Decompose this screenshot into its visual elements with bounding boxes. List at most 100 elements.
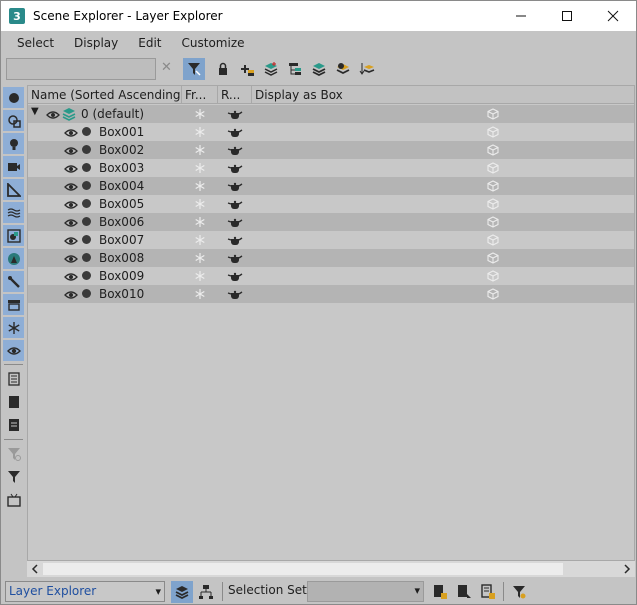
frozen-cell[interactable] [182,159,218,177]
display-none-button[interactable] [3,391,24,412]
menu-select[interactable]: Select [9,36,62,50]
status-filter-button[interactable] [508,581,530,603]
render-cell[interactable] [218,195,252,213]
visibility-eye-icon[interactable] [64,128,78,138]
render-teapot-icon[interactable] [227,234,243,246]
visibility-eye-icon[interactable] [64,182,78,192]
visibility-eye-icon[interactable] [64,200,78,210]
frozen-cell[interactable] [182,105,218,123]
display-as-box-icon[interactable] [487,162,499,174]
scrollbar-thumb[interactable] [43,563,563,575]
display-all-button[interactable] [3,368,24,389]
lock-button[interactable] [212,58,234,80]
freeze-snowflake-icon[interactable] [194,126,206,138]
freeze-snowflake-icon[interactable] [194,216,206,228]
display-as-box-icon[interactable] [487,180,499,192]
horizontal-scrollbar[interactable] [27,560,635,577]
display-as-box-icon[interactable] [487,126,499,138]
render-teapot-icon[interactable] [227,216,243,228]
hidden-filter-button[interactable] [3,340,24,361]
display-as-box-icon[interactable] [487,270,499,282]
column-render-header[interactable]: R... [218,86,252,104]
render-teapot-icon[interactable] [227,162,243,174]
selection-set-edit-button[interactable] [429,581,451,603]
object-row[interactable]: Box004 [28,177,634,195]
frozen-cell[interactable] [182,231,218,249]
xrefs-filter-button[interactable] [3,248,24,269]
column-frozen-header[interactable]: Fr... [182,86,218,104]
close-button[interactable] [590,1,636,31]
render-cell[interactable] [218,177,252,195]
freeze-snowflake-icon[interactable] [194,252,206,264]
frozen-cell[interactable] [182,249,218,267]
render-teapot-icon[interactable] [227,126,243,138]
menu-display[interactable]: Display [66,36,126,50]
frozen-cell[interactable] [182,285,218,303]
display-as-box-icon[interactable] [487,252,499,264]
display-as-box-cell[interactable] [252,105,634,123]
containers-filter-button[interactable] [3,294,24,315]
object-row[interactable]: Box009 [28,267,634,285]
display-as-box-icon[interactable] [487,198,499,210]
display-as-box-icon[interactable] [487,288,499,300]
explorer-selector[interactable]: Layer Explorer ▾ [5,581,165,602]
freeze-snowflake-icon[interactable] [194,180,206,192]
render-teapot-icon[interactable] [227,144,243,156]
selection-set-dropdown[interactable]: ▾ [307,581,424,602]
object-row[interactable]: Box010 [28,285,634,303]
selection-set-add-button[interactable] [453,581,475,603]
object-row[interactable]: Box002 [28,141,634,159]
display-as-box-icon[interactable] [487,234,499,246]
pin-button[interactable] [3,489,24,510]
helpers-filter-button[interactable] [3,179,24,200]
frozen-cell[interactable] [182,141,218,159]
visibility-eye-icon[interactable] [46,110,60,120]
minimize-button[interactable] [498,1,544,31]
selection-filter-button[interactable] [3,466,24,487]
freeze-snowflake-icon[interactable] [194,162,206,174]
render-cell[interactable] [218,249,252,267]
visibility-eye-icon[interactable] [64,272,78,282]
freeze-snowflake-icon[interactable] [194,288,206,300]
render-teapot-icon[interactable] [227,288,243,300]
hierarchy-view-button[interactable] [195,581,217,603]
render-teapot-icon[interactable] [227,270,243,282]
space-warps-filter-button[interactable] [3,202,24,223]
scroll-right-icon[interactable] [622,562,632,576]
render-cell[interactable] [218,267,252,285]
render-teapot-icon[interactable] [227,108,243,120]
highlight-layer-button[interactable] [332,58,354,80]
frozen-cell[interactable] [182,213,218,231]
render-cell[interactable] [218,213,252,231]
geometry-filter-button[interactable] [3,87,24,108]
display-as-box-cell[interactable] [252,267,634,285]
render-cell[interactable] [218,231,252,249]
groups-filter-button[interactable] [3,225,24,246]
layers-button[interactable] [308,58,330,80]
object-row[interactable]: Box008 [28,249,634,267]
display-as-box-cell[interactable] [252,213,634,231]
visibility-eye-icon[interactable] [64,254,78,264]
lights-filter-button[interactable] [3,133,24,154]
frozen-cell[interactable] [182,177,218,195]
display-as-box-cell[interactable] [252,177,634,195]
display-as-box-cell[interactable] [252,123,634,141]
freeze-snowflake-icon[interactable] [194,144,206,156]
menu-customize[interactable]: Customize [174,36,253,50]
column-display-as-box-header[interactable]: Display as Box [252,86,634,104]
render-cell[interactable] [218,123,252,141]
render-teapot-icon[interactable] [227,180,243,192]
maximize-button[interactable] [544,1,590,31]
visibility-eye-icon[interactable] [64,290,78,300]
bones-filter-button[interactable] [3,271,24,292]
column-name-header[interactable]: Name (Sorted Ascending)▲ [28,86,182,104]
display-as-box-icon[interactable] [487,216,499,228]
display-as-box-cell[interactable] [252,231,634,249]
object-row[interactable]: Box001 [28,123,634,141]
render-cell[interactable] [218,159,252,177]
visibility-eye-icon[interactable] [64,146,78,156]
freeze-snowflake-icon[interactable] [194,270,206,282]
render-cell[interactable] [218,285,252,303]
display-as-box-icon[interactable] [487,108,499,120]
render-teapot-icon[interactable] [227,252,243,264]
